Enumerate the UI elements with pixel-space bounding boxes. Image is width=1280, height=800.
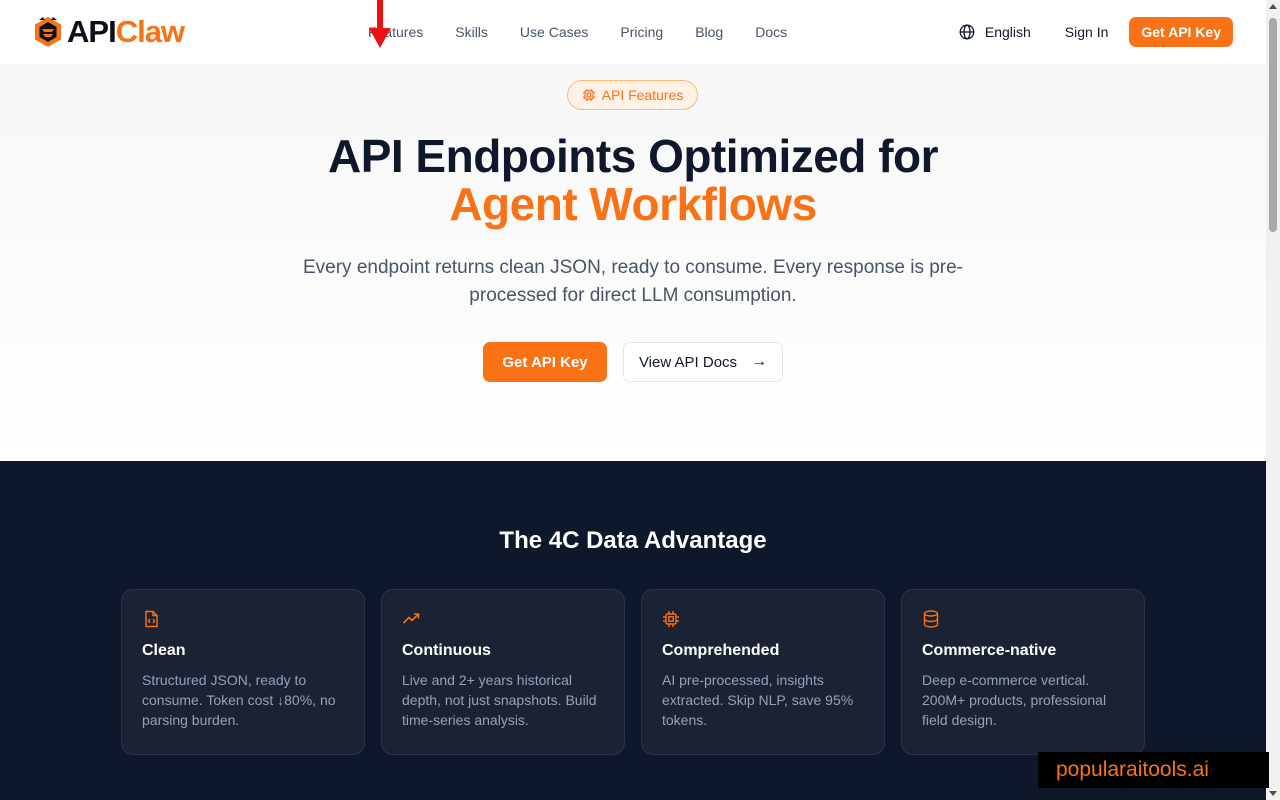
watermark-label: popularaitools.ai (1038, 752, 1269, 788)
card-description: AI pre-processed, insights extracted. Sk… (662, 672, 854, 728)
get-api-key-button[interactable]: Get API Key (483, 342, 607, 382)
nav-pricing[interactable]: Pricing (620, 24, 663, 40)
hero-title: API Endpoints Optimized for Agent Workfl… (0, 132, 1266, 228)
nav-docs[interactable]: Docs (755, 24, 787, 40)
brand-name-part2: Claw (115, 14, 185, 49)
main-nav: Features Skills Use Cases Pricing Blog D… (368, 0, 819, 64)
page-scrollbar[interactable] (1266, 0, 1280, 800)
database-icon (923, 610, 939, 628)
claw-logo-icon (35, 17, 61, 47)
arrow-right-icon: → (751, 353, 768, 370)
hero-buttons: Get API Key View API Docs → (0, 342, 1266, 382)
advantage-title: The 4C Data Advantage (499, 527, 767, 554)
advantage-card-commerce-native: Commerce-native Deep e-commerce vertical… (901, 589, 1145, 755)
hero-section: API Features API Endpoints Optimized for… (0, 64, 1266, 461)
card-title: Clean (142, 642, 186, 659)
card-description: Live and 2+ years historical depth, not … (402, 672, 597, 728)
language-selector[interactable]: English (959, 24, 1031, 40)
advantage-card-comprehended: Comprehended AI pre-processed, insights … (641, 589, 885, 755)
language-label: English (984, 24, 1031, 40)
red-arrow-pointer-icon (369, 0, 391, 48)
scroll-down-icon[interactable] (1269, 791, 1277, 796)
brand-name: APIClaw (67, 14, 185, 49)
card-title: Continuous (402, 642, 491, 659)
advantage-section: The 4C Data Advantage Clean Structured J… (0, 461, 1266, 800)
sign-in-link[interactable]: Sign In (1065, 24, 1109, 40)
card-title: Commerce-native (922, 642, 1057, 659)
view-api-docs-label: View API Docs (638, 353, 738, 371)
view-api-docs-button[interactable]: View API Docs → (623, 342, 783, 382)
nav-blog[interactable]: Blog (695, 24, 723, 40)
advantage-card-clean: Clean Structured JSON, ready to consume.… (121, 589, 365, 755)
brand-name-part1: API (67, 14, 117, 49)
nav-skills[interactable]: Skills (455, 24, 488, 40)
badge-label: API Features (601, 87, 684, 103)
advantage-card-continuous: Continuous Live and 2+ years historical … (381, 589, 625, 755)
file-code-icon (145, 610, 158, 628)
card-title: Comprehended (662, 642, 780, 659)
hero-title-line2: Agent Workflows (449, 178, 817, 230)
hero-title-line1: API Endpoints Optimized for (327, 130, 939, 182)
chip-icon (582, 89, 595, 101)
api-features-badge: API Features (567, 80, 698, 110)
globe-icon (959, 24, 975, 40)
scroll-up-icon[interactable] (1269, 4, 1277, 9)
header-get-api-key-button[interactable]: Get API Key (1129, 17, 1233, 47)
scrollbar-thumb[interactable] (1269, 18, 1277, 232)
brand-logo[interactable]: APIClaw (33, 14, 185, 49)
advantage-cards: Clean Structured JSON, ready to consume.… (121, 589, 1145, 755)
trending-up-icon (402, 613, 420, 624)
header-actions: English Sign In Get API Key (959, 17, 1233, 47)
nav-use-cases[interactable]: Use Cases (520, 24, 588, 40)
top-header: APIClaw Features Skills Use Cases Pricin… (0, 0, 1266, 64)
hero-subtitle: Every endpoint returns clean JSON, ready… (302, 257, 964, 306)
card-description: Structured JSON, ready to consume. Token… (142, 672, 336, 728)
cpu-icon (663, 611, 679, 627)
card-description: Deep e-commerce vertical. 200M+ products… (922, 672, 1107, 728)
